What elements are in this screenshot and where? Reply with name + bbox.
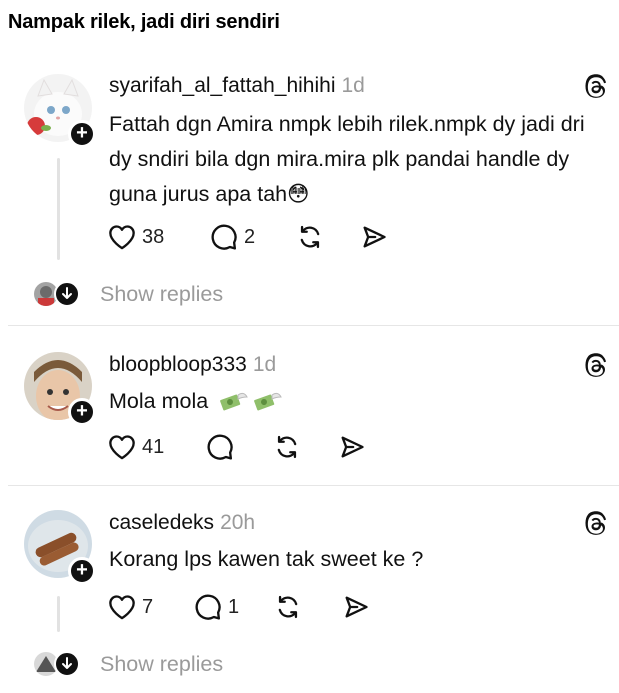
send-icon xyxy=(363,226,386,248)
follow-plus-icon[interactable]: + xyxy=(68,557,96,585)
share-button[interactable] xyxy=(338,432,366,462)
follow-plus-icon[interactable]: + xyxy=(68,398,96,426)
threads-icon[interactable] xyxy=(582,74,608,100)
comment-text: Fattah dgn Amira nmpk lebih rilek.nmpk d… xyxy=(109,112,585,206)
repost-icon xyxy=(300,225,320,249)
thread-line xyxy=(57,596,60,632)
comment-time: 1d xyxy=(341,74,365,97)
like-count: 7 xyxy=(142,595,154,618)
heart-icon xyxy=(109,435,135,460)
reply-count: 2 xyxy=(244,225,256,248)
comment-icon xyxy=(211,224,237,250)
like-count: 38 xyxy=(142,225,165,248)
money-wings-emoji xyxy=(254,393,282,411)
comment-username[interactable]: syarifah_al_fattah_hihihi 1d xyxy=(109,74,365,98)
page-title: Nampak rilek, jadi diri sendiri xyxy=(8,11,280,33)
reply-button[interactable]: 1 xyxy=(194,592,239,622)
comment-text: Mola mola xyxy=(109,384,609,419)
thread-line xyxy=(57,158,60,260)
divider xyxy=(8,325,619,326)
threads-icon[interactable] xyxy=(582,511,608,537)
flushed-face-emoji: 😳 xyxy=(287,182,310,206)
like-button[interactable]: 7 xyxy=(108,592,153,622)
heart-icon xyxy=(109,225,135,250)
send-icon xyxy=(345,596,368,618)
repost-button[interactable] xyxy=(274,592,302,622)
reply-button[interactable]: 2 xyxy=(210,222,255,252)
comment-text: Korang lps kawen tak sweet ke ? xyxy=(109,547,424,571)
like-count: 41 xyxy=(142,435,165,458)
divider xyxy=(8,485,619,486)
repost-button[interactable] xyxy=(273,432,301,462)
reply-button[interactable] xyxy=(206,432,240,462)
show-replies-link[interactable]: Show replies xyxy=(100,652,223,677)
heart-icon xyxy=(109,595,135,620)
comment-username[interactable]: bloopbloop333 1d xyxy=(109,353,276,377)
comment-time: 1d xyxy=(252,353,277,376)
money-wings-emoji xyxy=(220,393,248,411)
share-button[interactable] xyxy=(360,222,388,252)
show-replies-link[interactable]: Show replies xyxy=(100,282,223,307)
repost-icon xyxy=(277,435,297,459)
threads-icon[interactable] xyxy=(582,353,608,379)
repost-icon xyxy=(278,595,298,619)
arrow-down-icon[interactable] xyxy=(54,281,80,307)
send-icon xyxy=(341,436,364,458)
share-button[interactable] xyxy=(342,592,370,622)
comment-icon xyxy=(207,434,233,460)
repost-button[interactable] xyxy=(296,222,324,252)
comment-icon xyxy=(195,594,221,620)
like-button[interactable]: 41 xyxy=(108,432,164,462)
comment-username[interactable]: caseledeks 20h xyxy=(109,511,255,535)
arrow-down-icon[interactable] xyxy=(54,651,80,677)
comment-time: 20h xyxy=(220,511,256,534)
like-button[interactable]: 38 xyxy=(108,222,164,252)
follow-plus-icon[interactable]: + xyxy=(68,120,96,148)
reply-count: 1 xyxy=(228,595,240,618)
